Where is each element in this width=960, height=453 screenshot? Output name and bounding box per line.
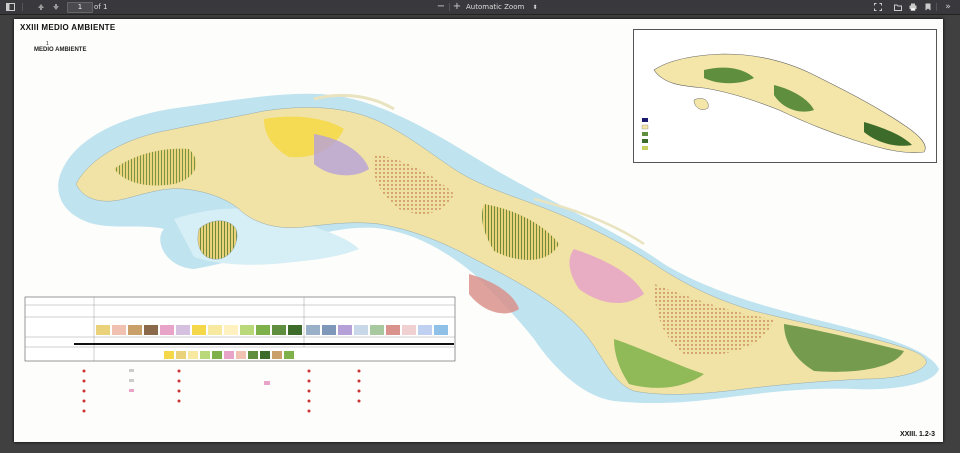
next-page-icon[interactable] xyxy=(51,2,61,12)
document-viewer[interactable]: XXIII MEDIO AMBIENTE XXIII. 1.2-3 1 MEDI… xyxy=(0,15,960,453)
zoom-select-label: Automatic Zoom xyxy=(466,3,525,11)
pdf-page: XXIII MEDIO AMBIENTE XXIII. 1.2-3 1 MEDI… xyxy=(14,19,943,442)
toolbar-separator xyxy=(22,3,23,11)
page-count-label: of 1 xyxy=(94,3,108,11)
sidebar-toggle-icon[interactable] xyxy=(5,2,15,12)
toolbar-separator xyxy=(449,3,450,11)
inset-map xyxy=(633,29,937,163)
zoom-in-icon[interactable]: + xyxy=(452,2,462,12)
zoom-out-icon[interactable]: − xyxy=(436,2,446,12)
toolbar-separator xyxy=(936,3,937,11)
bookmark-icon[interactable] xyxy=(923,2,933,12)
map-legend-table xyxy=(24,296,456,362)
symbol-legend xyxy=(82,369,361,413)
previous-page-icon[interactable] xyxy=(36,2,46,12)
open-file-icon[interactable] xyxy=(893,2,903,12)
tools-menu-icon[interactable]: » xyxy=(943,2,953,12)
print-icon[interactable] xyxy=(908,2,918,12)
inset-map-graphic xyxy=(641,53,926,153)
page-number-input[interactable]: 1 xyxy=(67,2,93,13)
chevron-down-icon: ⬍ xyxy=(532,4,538,11)
zoom-select[interactable]: Automatic Zoom ⬍ xyxy=(466,2,538,12)
pdf-toolbar: 1 of 1 − + Automatic Zoom ⬍ » xyxy=(0,0,960,15)
presentation-mode-icon[interactable] xyxy=(873,2,883,12)
